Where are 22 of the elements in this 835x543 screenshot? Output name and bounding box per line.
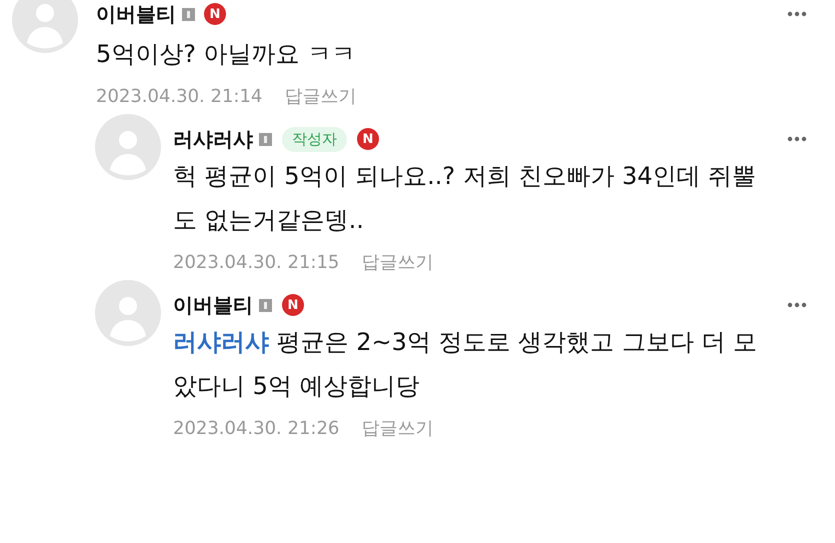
comment-text: 5억이상? 아닐까요 ㅋㅋ: [96, 39, 356, 70]
new-badge: N: [357, 128, 379, 150]
level-icon: [182, 8, 195, 20]
new-badge: N: [204, 3, 226, 25]
author-name[interactable]: 이버블티: [96, 0, 176, 28]
comment-date: 2023.04.30. 21:15: [173, 252, 340, 272]
author-name[interactable]: 이버블티: [173, 292, 253, 318]
more-icon[interactable]: [787, 136, 807, 142]
more-icon[interactable]: [787, 11, 807, 17]
comment-text: 러샤러샤 평균은 2~3억 정도로 생각했고 그보다 더 모았다니 5억 예상합니당: [173, 327, 758, 402]
avatar-icon: [12, 0, 78, 53]
new-badge: N: [282, 294, 304, 316]
comment-date: 2023.04.30. 21:26: [173, 418, 340, 438]
level-icon: [259, 132, 272, 146]
avatar-icon: [95, 280, 161, 346]
more-icon[interactable]: [787, 302, 807, 308]
comment-date: 2023.04.30. 21:14: [96, 86, 262, 106]
author-tag: 작성자: [282, 126, 347, 152]
level-icon: [259, 298, 272, 312]
comment-text: 헉 평균이 5억이 되나요..? 저희 친오빠가 34인데 쥐뿔도 없는거같은뎅..: [173, 161, 758, 236]
author-name[interactable]: 러샤러샤: [173, 126, 253, 152]
avatar-icon: [95, 114, 161, 180]
